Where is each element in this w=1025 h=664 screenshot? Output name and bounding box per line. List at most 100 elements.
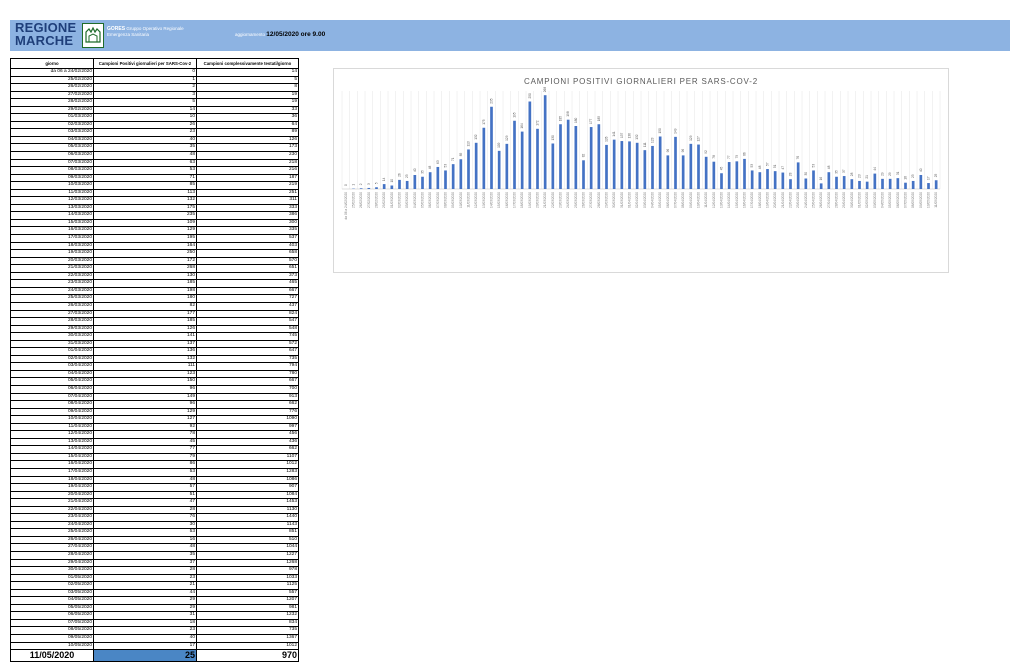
day-cell: 05/04/2020 (10, 377, 94, 386)
chart-data-label: 25 (934, 173, 938, 177)
table-row: 20/04/2020 51 1084 (10, 490, 299, 500)
table-row: 19/03/2020 250 658 (10, 249, 299, 258)
day-cell: 30/04/2020 (10, 566, 94, 575)
tested-cell: 662 (196, 445, 299, 454)
chart-category-label: 07/05/2020 (904, 192, 908, 208)
chart-plot-area: 0 da 06 a 24/02/2020 1 25/02/2020 2 26/02/202… (341, 87, 941, 219)
update-info: aggiornamento 12/05/2020 ore 9.00 (235, 31, 325, 38)
tested-cell: 776 (196, 407, 299, 417)
chart-data-label: 29 (881, 172, 885, 176)
day-cell: 17/04/2020 (10, 468, 94, 477)
chart-category-label: 14/04/2020 (727, 192, 731, 208)
positive-cell: 111 (93, 362, 197, 371)
table-row: 27/04/2020 48 1044 (10, 543, 299, 552)
chart-data-label: 113 (467, 141, 471, 146)
chart-data-label: 137 (620, 133, 624, 139)
chart-data-label: 3 (367, 183, 371, 185)
chart-bar (574, 126, 578, 189)
chart-bar (612, 139, 616, 189)
tested-cell: 1453 (196, 498, 299, 507)
day-cell: 05/05/2020 (10, 603, 94, 613)
chart-category-label: 14/03/2020 (490, 192, 494, 208)
day-cell: 13/03/2020 (10, 203, 94, 213)
table-row: 04/04/2020 123 780 (10, 369, 299, 379)
table-row: 16/04/2020 86 1012 (10, 460, 299, 469)
chart-data-label: 40 (919, 168, 923, 172)
chart-data-label: 47 (781, 166, 785, 170)
tested-cell: 1227 (196, 551, 299, 560)
tested-cell: 14 (196, 68, 299, 77)
positive-cell: 141 (93, 332, 197, 341)
table-row: 17/03/2020 195 537 (10, 234, 299, 243)
day-cell: 04/04/2020 (10, 369, 94, 379)
day-cell: 27/04/2020 (10, 543, 94, 552)
day-cell: 27/02/2020 (10, 90, 94, 100)
chart-data-label: 132 (635, 134, 639, 140)
tested-cell: 89 (196, 128, 299, 137)
table-row: 30/04/2020 28 978 (10, 566, 299, 575)
chart-category-label: 24/04/2020 (804, 192, 808, 208)
positive-cell: 127 (93, 415, 197, 424)
day-cell: 27/03/2020 (10, 309, 94, 319)
table-row: 29/04/2020 37 1268 (10, 558, 299, 568)
chart-category-label: 05/03/2020 (421, 192, 425, 208)
chart-bar (758, 172, 762, 189)
chart-category-label: 28/04/2020 (835, 192, 839, 208)
chart-bar (482, 127, 486, 189)
chart-bar (405, 180, 409, 189)
chart-bar (589, 127, 593, 189)
header-banner: REGIONE MARCHE GORES Gruppo Operativo Re… (10, 20, 1010, 51)
chart-category-label: 02/05/2020 (865, 192, 869, 208)
tested-cell: 735 (196, 626, 299, 635)
positive-cell: 0 (93, 68, 197, 77)
day-cell: da 06 a 24/02/2020 (10, 68, 94, 77)
table-row: 13/04/2020 45 436 (10, 437, 299, 447)
chart-bar (520, 131, 524, 189)
tested-cell: 547 (196, 317, 299, 326)
day-cell: 09/04/2020 (10, 407, 94, 417)
chart-data-label: 126 (605, 136, 609, 142)
positive-cell: 96 (93, 384, 197, 394)
chart-data-label: 16 (819, 177, 823, 181)
day-cell: 01/03/2020 (10, 113, 94, 122)
day-cell: 25/02/2020 (10, 75, 94, 85)
table-row-latest: 11/05/2020 25 970 (10, 649, 299, 663)
chart-category-label: 25/04/2020 (812, 192, 816, 208)
table-row: 04/05/2020 29 1207 (10, 596, 299, 605)
positive-cell: 14 (93, 105, 197, 115)
chart-category-label: 01/05/2020 (858, 192, 862, 208)
table-row: 23/03/2020 185 465 (10, 279, 299, 288)
tested-cell: 700 (196, 384, 299, 394)
tested-cell: 851 (196, 528, 299, 537)
positive-cell: 29 (93, 603, 197, 613)
day-cell: 24/04/2020 (10, 520, 94, 530)
tested-cell: 824 (196, 309, 299, 319)
positive-cell: 16 (93, 535, 197, 545)
tested-cell: 436 (196, 437, 299, 447)
chart-category-label: 04/03/2020 (413, 192, 417, 208)
tested-cell: 1232 (196, 611, 299, 620)
chart-category-label: 23/03/2020 (559, 192, 563, 208)
chart-category-label: 31/03/2020 (620, 192, 624, 208)
day-cell: 26/02/2020 (10, 83, 94, 92)
positive-cell: 86 (93, 460, 197, 469)
table-row: 20/03/2020 172 570 (10, 256, 299, 266)
tested-cell: 333 (196, 203, 299, 213)
chart-bar (735, 161, 739, 189)
chart-bar (605, 144, 608, 189)
tested-cell: 510 (196, 535, 299, 545)
chart-data-label: 175 (482, 119, 486, 125)
positive-cell: 96 (93, 400, 197, 409)
day-cell: 15/04/2020 (10, 452, 94, 462)
chart-category-label: 29/04/2020 (842, 192, 846, 208)
day-cell: 15/03/2020 (10, 218, 94, 228)
positive-cell: 126 (93, 324, 197, 334)
table-row: 15/03/2020 109 300 (10, 218, 299, 228)
positive-cell: 40 (93, 634, 197, 643)
tested-cell: 537 (196, 234, 299, 243)
positive-cell: 37 (93, 558, 197, 568)
chart-data-label: 77 (727, 155, 731, 159)
chart-category-label: 18/04/2020 (758, 192, 762, 208)
day-cell: 17/03/2020 (10, 234, 94, 243)
chart-bar (382, 184, 386, 189)
